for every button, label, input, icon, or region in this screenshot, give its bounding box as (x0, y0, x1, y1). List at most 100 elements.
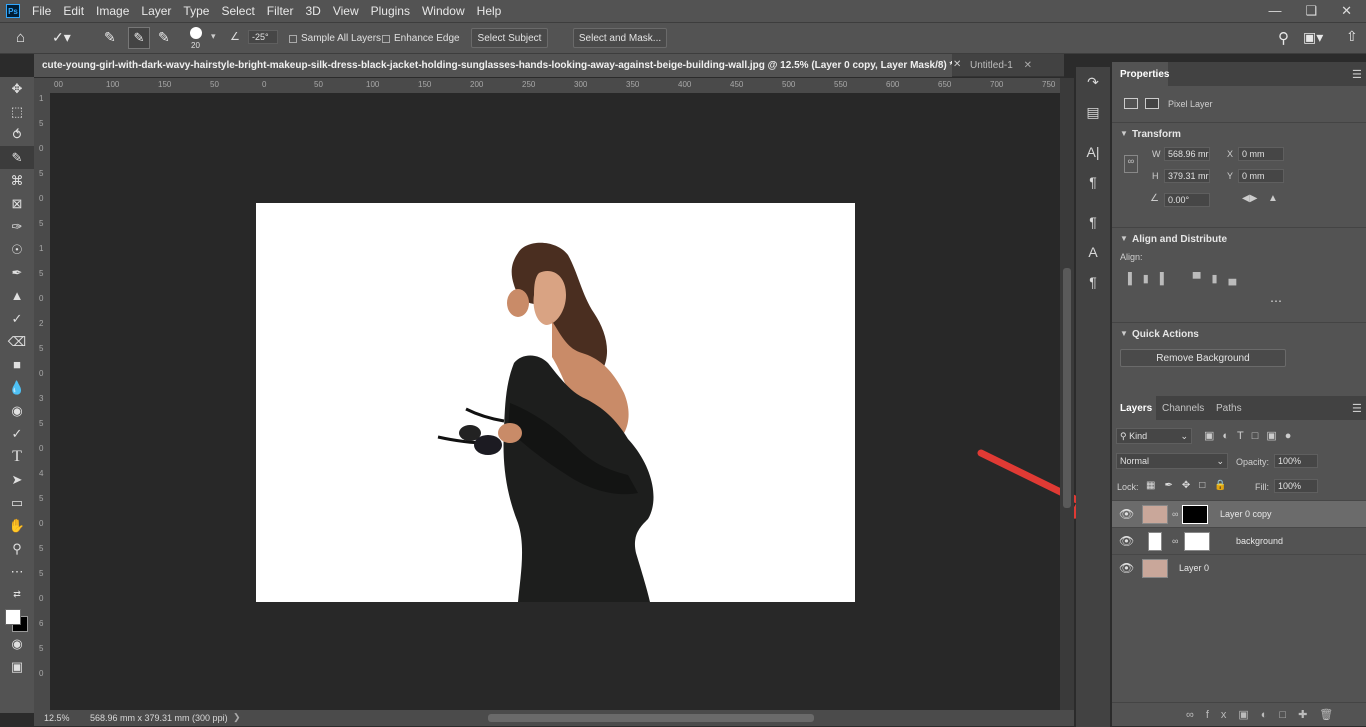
subtract-from-selection-icon[interactable]: ✎ (158, 29, 170, 46)
menu-filter[interactable]: Filter (261, 0, 300, 22)
tab-channels[interactable]: Channels (1162, 403, 1204, 414)
width-field[interactable]: 568.96 mr (1164, 147, 1210, 161)
menu-select[interactable]: Select (215, 0, 260, 22)
layer-row-layer-0-copy[interactable]: 👁 ∞ Layer 0 copy (1112, 500, 1366, 527)
select-and-mask-button[interactable]: Select and Mask... (573, 28, 667, 48)
document-info[interactable]: 568.96 mm x 379.31 mm (300 ppi) (90, 713, 228, 723)
layer-filter-icons[interactable]: ▣◐T□▣● (1204, 429, 1299, 442)
x-field[interactable]: 0 mm (1238, 147, 1284, 161)
comments-icon[interactable]: ▤ (1076, 97, 1110, 127)
brush-tool-icon[interactable]: ✒ (0, 261, 34, 284)
chain-link-icon[interactable]: ∞ (1172, 536, 1178, 546)
paragraph-styles-icon[interactable]: ¶ (1076, 207, 1110, 237)
pen-tool-icon[interactable]: ✓ (0, 422, 34, 445)
swap-colors-icon[interactable]: ⇄ (0, 583, 34, 606)
brush-dropdown-icon[interactable]: ▾ (211, 31, 216, 42)
lock-icons[interactable]: ▦✒✥□🔒 (1146, 480, 1236, 491)
move-tool-icon[interactable]: ✥ (0, 77, 34, 100)
eye-icon[interactable]: 👁 (1119, 534, 1134, 548)
quick-mask-icon[interactable]: ◉ (0, 632, 34, 655)
path-selection-icon[interactable]: ➤ (0, 468, 34, 491)
close-tab-icon[interactable]: ✕ (1024, 60, 1032, 71)
tab-paths[interactable]: Paths (1216, 403, 1242, 414)
document-canvas[interactable] (256, 203, 855, 602)
menu-edit[interactable]: Edit (57, 0, 90, 22)
menu-window[interactable]: Window (416, 0, 471, 22)
eraser-tool-icon[interactable]: ⌫ (0, 330, 34, 353)
more-options-icon[interactable]: ⋯ (1270, 294, 1282, 308)
foreground-color-swatch[interactable] (5, 609, 21, 625)
blend-mode-select[interactable]: Normal ⌄ (1116, 453, 1228, 469)
eye-icon[interactable]: 👁 (1119, 507, 1134, 521)
link-icon[interactable]: ∞ (1124, 155, 1138, 173)
close-icon[interactable]: ✕ (1341, 3, 1352, 19)
minimize-icon[interactable]: — (1268, 3, 1281, 19)
layer-action-icons[interactable]: ∞fx▣◐□✚🗑 (1186, 708, 1345, 721)
rotation-field[interactable]: 0.00° (1164, 193, 1210, 207)
panel-menu-icon[interactable]: ☰ (1352, 68, 1362, 81)
vertical-scroll-thumb[interactable] (1063, 268, 1071, 508)
eye-icon[interactable]: 👁 (1119, 561, 1134, 575)
filter-kind-select[interactable]: ⚲ Kind ⌄ (1116, 428, 1192, 444)
share-icon[interactable]: ⇧ (1346, 28, 1358, 45)
marquee-tool-icon[interactable]: ⬚ (0, 100, 34, 123)
workspace-icon[interactable]: ▣▾ (1303, 29, 1323, 46)
restore-icon[interactable]: ❑ (1305, 3, 1317, 19)
zoom-level[interactable]: 12.5% (44, 713, 70, 723)
vertical-scrollbar[interactable] (1060, 78, 1074, 710)
brush-preview-icon[interactable] (190, 27, 202, 39)
menu-help[interactable]: Help (471, 0, 508, 22)
history-brush-icon[interactable]: ✓ (0, 307, 34, 330)
chevron-down-icon[interactable]: ▼ (1120, 129, 1128, 138)
menu-image[interactable]: Image (90, 0, 135, 22)
flip-horizontal-icon[interactable]: ◀▶ (1242, 193, 1257, 204)
select-subject-button[interactable]: Select Subject (471, 28, 548, 48)
opacity-field[interactable]: 100% (1274, 454, 1318, 468)
type-tool-icon[interactable]: T (0, 445, 34, 468)
y-field[interactable]: 0 mm (1238, 169, 1284, 183)
tab-active-document[interactable]: cute-young-girl-with-dark-wavy-hairstyle… (34, 54, 952, 77)
frame-tool-icon[interactable]: ⊠ (0, 192, 34, 215)
glyphs-icon[interactable]: ¶ (1076, 267, 1110, 297)
chevron-down-icon[interactable]: ▼ (1120, 329, 1128, 338)
new-selection-icon[interactable]: ✎ (104, 29, 116, 46)
healing-tool-icon[interactable]: ☉ (0, 238, 34, 261)
tab-untitled[interactable]: Untitled-1 ✕ (962, 54, 1046, 77)
gradient-tool-icon[interactable]: ■ (0, 353, 34, 376)
more-tools-icon[interactable]: ⋯ (0, 560, 34, 583)
enhance-edge-checkbox[interactable]: Enhance Edge (382, 33, 460, 44)
layer-mask-thumbnail[interactable] (1184, 532, 1210, 551)
character-icon[interactable]: A| (1076, 137, 1110, 167)
height-field[interactable]: 379.31 mr (1164, 169, 1210, 183)
layer-mask-icon[interactable] (1145, 98, 1159, 109)
close-tab-icon[interactable]: ✕ (953, 59, 961, 70)
menu-view[interactable]: View (327, 0, 365, 22)
layer-row-background[interactable]: 👁 ∞ background (1112, 527, 1366, 554)
fill-field[interactable]: 100% (1274, 479, 1318, 493)
eyedropper-tool-icon[interactable]: ✑ (0, 215, 34, 238)
history-icon[interactable]: ↷ (1076, 67, 1110, 97)
status-menu-icon[interactable]: ❯ (233, 712, 241, 723)
blur-tool-icon[interactable]: 💧 (0, 376, 34, 399)
menu-3d[interactable]: 3D (299, 0, 326, 22)
layer-row-layer-0[interactable]: 👁 Layer 0 (1112, 554, 1366, 581)
rectangle-tool-icon[interactable]: ▭ (0, 491, 34, 514)
chevron-down-icon[interactable]: ▼ (1120, 234, 1128, 243)
quick-selection-tool-icon[interactable]: ✎ (0, 146, 34, 169)
menu-type[interactable]: Type (177, 0, 215, 22)
dodge-tool-icon[interactable]: ◉ (0, 399, 34, 422)
search-icon[interactable]: ⚲ (1278, 29, 1289, 47)
home-icon[interactable]: ⌂ (16, 29, 25, 46)
horizontal-scroll-thumb[interactable] (488, 714, 814, 722)
menu-plugins[interactable]: Plugins (365, 0, 416, 22)
hand-tool-icon[interactable]: ✋ (0, 514, 34, 537)
menu-layer[interactable]: Layer (135, 0, 177, 22)
add-to-selection-icon[interactable]: ✎ (128, 27, 150, 49)
character-styles-icon[interactable]: A (1076, 237, 1110, 267)
screen-mode-icon[interactable]: ▣ (0, 655, 34, 678)
paragraph-icon[interactable]: ¶ (1076, 167, 1110, 197)
stamp-tool-icon[interactable]: ▲ (0, 284, 34, 307)
menu-file[interactable]: File (26, 0, 57, 22)
flip-vertical-icon[interactable]: ▲ (1268, 193, 1278, 204)
crop-tool-icon[interactable]: ⌘ (0, 169, 34, 192)
